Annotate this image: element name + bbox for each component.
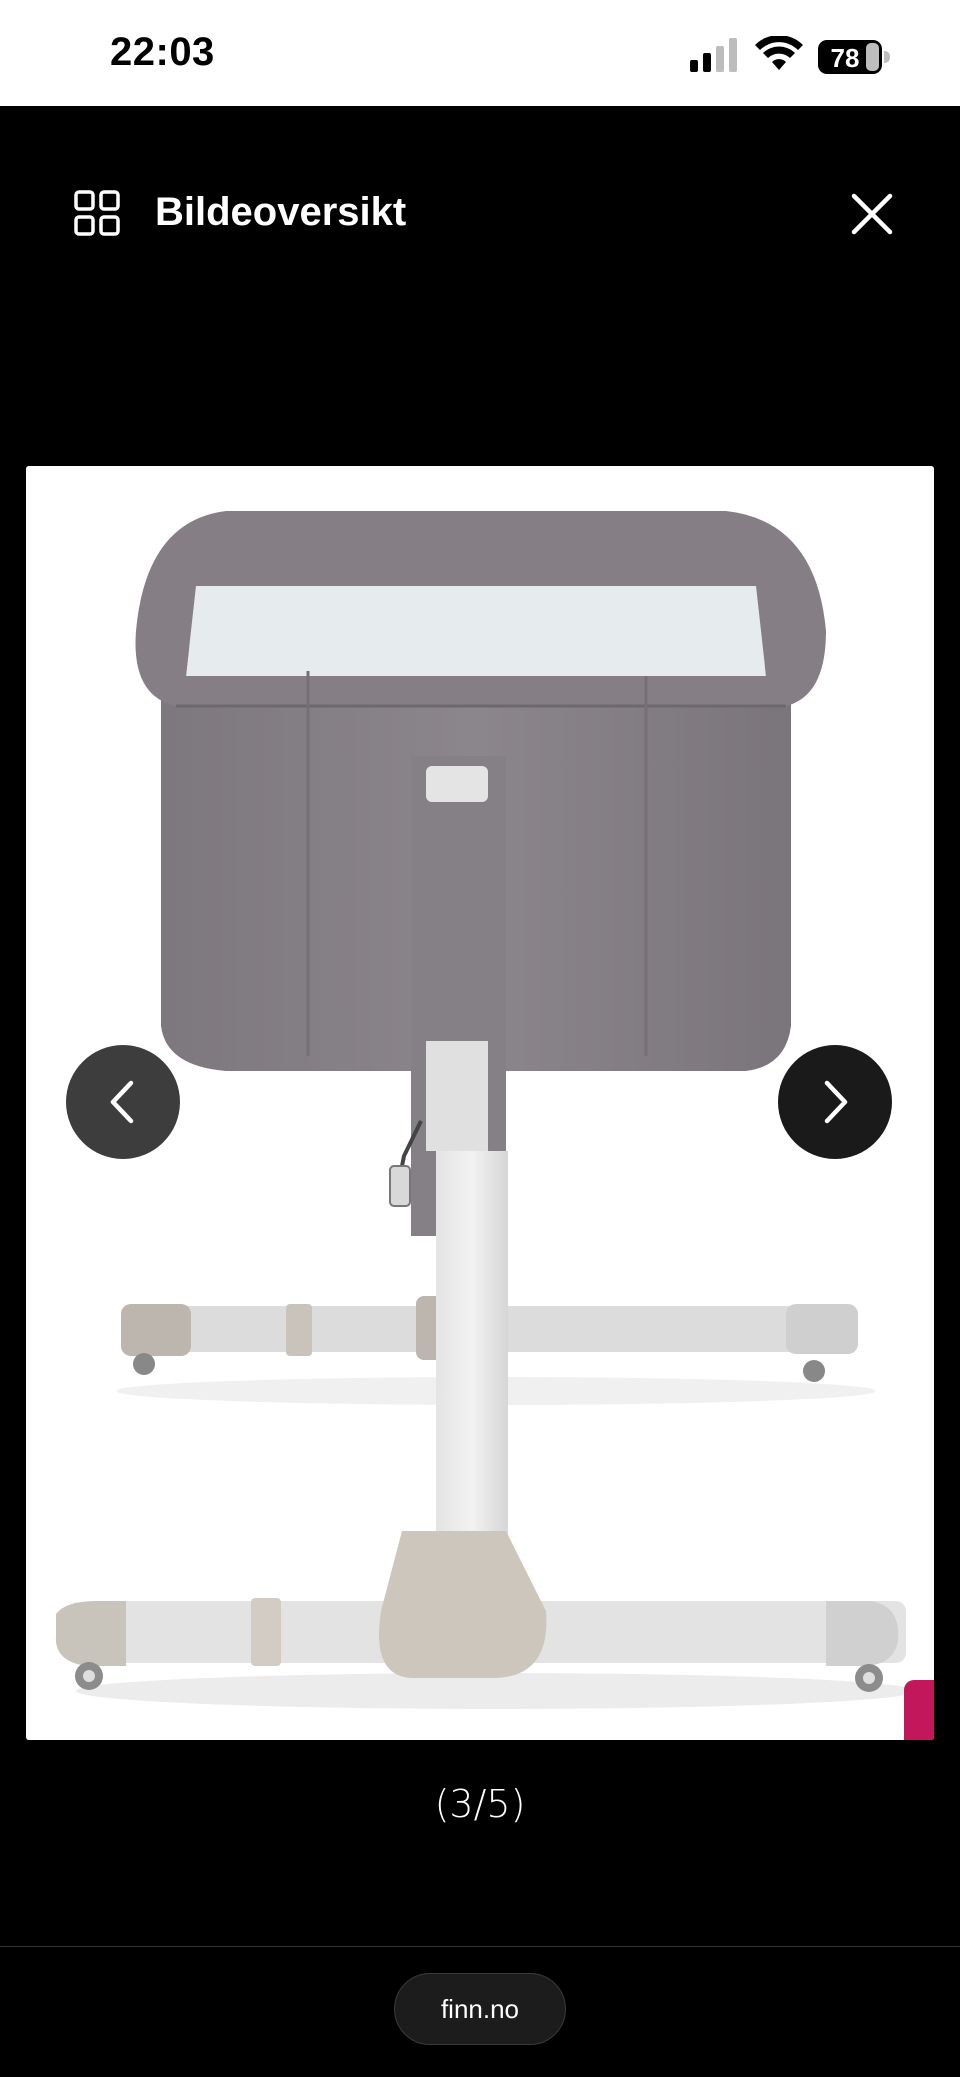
next-image-button[interactable]: [778, 1045, 892, 1159]
page-title[interactable]: Bildeoversikt: [155, 190, 406, 235]
status-bar: 22:03 78: [0, 0, 960, 106]
battery-level: 78: [831, 43, 860, 73]
close-icon[interactable]: [848, 190, 896, 238]
battery-icon: 78: [818, 40, 890, 74]
previous-image-button[interactable]: [66, 1045, 180, 1159]
cellular-signal-icon: [690, 38, 737, 72]
chevron-left-icon: [110, 1080, 134, 1124]
url-bar[interactable]: finn.no: [394, 1973, 566, 2045]
image-counter: (3/5): [434, 1782, 526, 1826]
wifi-icon: [755, 36, 803, 70]
chevron-right-icon: [824, 1080, 848, 1124]
status-time: 22:03: [110, 30, 215, 74]
grid-icon[interactable]: [74, 190, 120, 236]
